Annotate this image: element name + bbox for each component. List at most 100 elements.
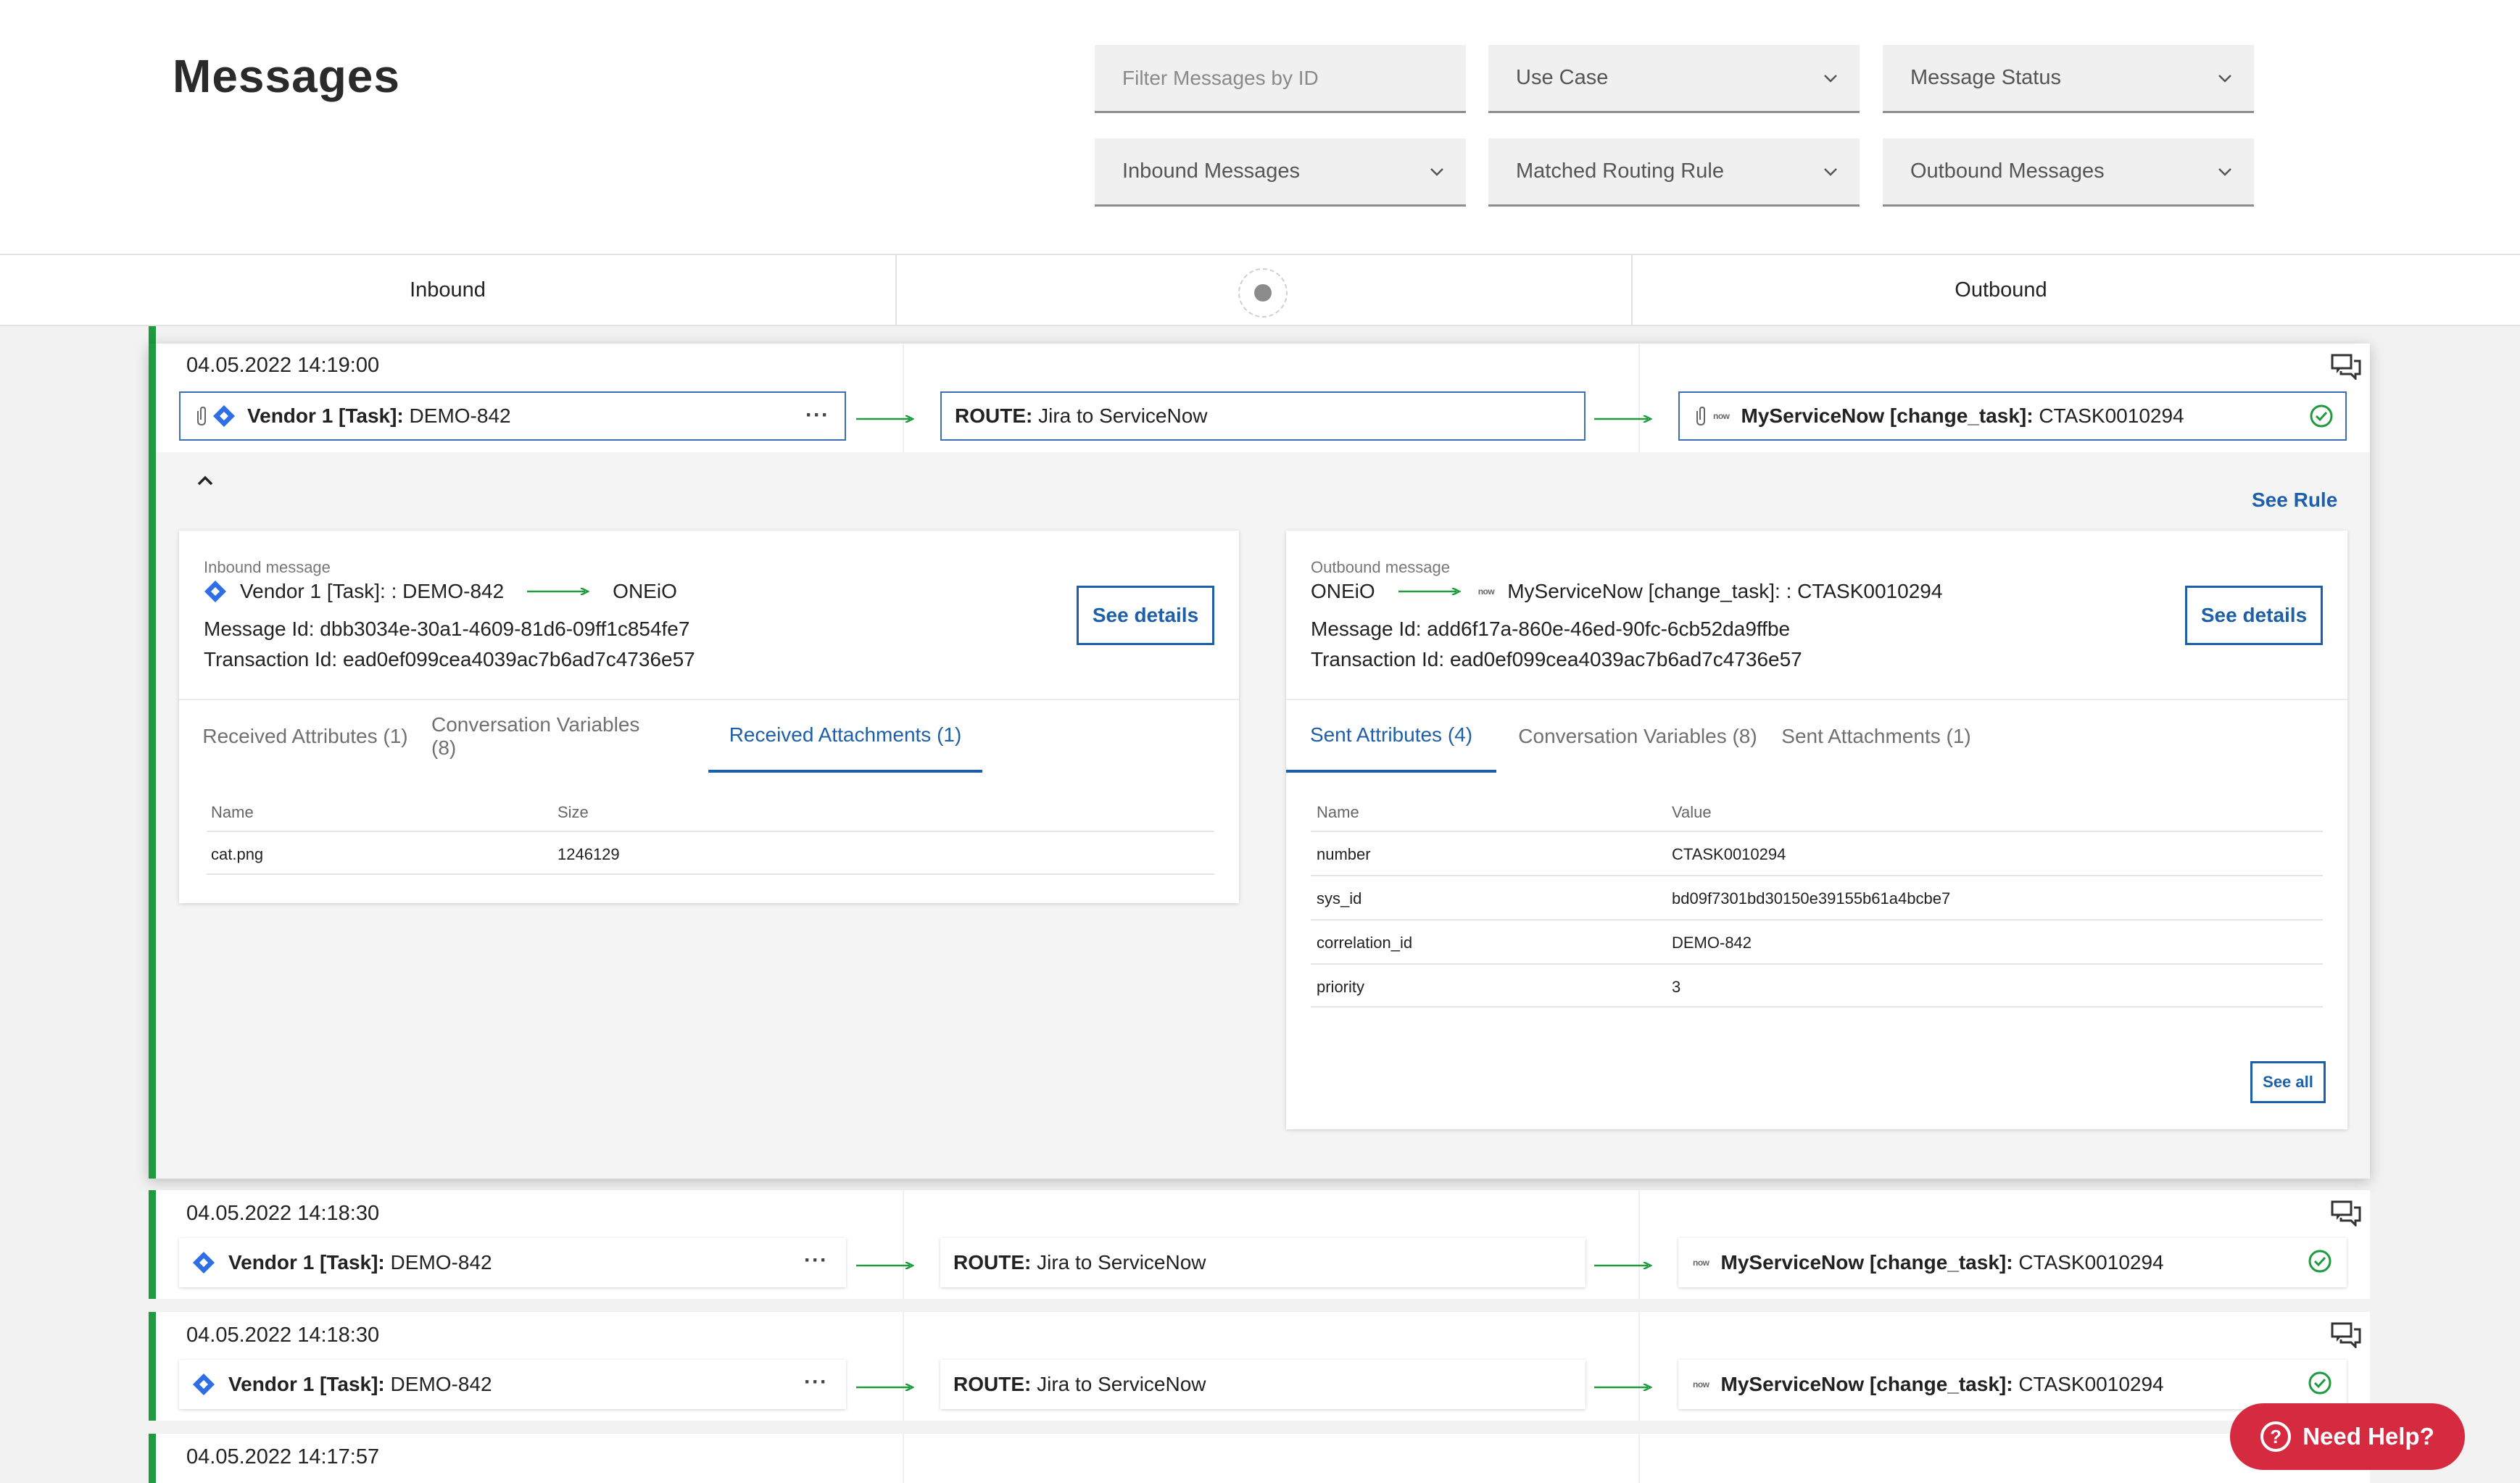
conversation-icon[interactable] [2331, 354, 2361, 380]
inbound-message-chip[interactable]: Vendor 1 [Task]: DEMO-842 ··· [179, 1238, 846, 1287]
outbound-message-id: CTASK0010294 [2013, 1373, 2164, 1395]
message-timestamp: 04.05.2022 14:17:57 [186, 1445, 380, 1469]
inbound-message-id: DEMO-842 [384, 1251, 492, 1274]
attribute-name: correlation_id [1317, 934, 1413, 952]
paperclip-icon [197, 406, 206, 426]
route-label: ROUTE: [953, 1251, 1032, 1274]
arrow-right-icon [1594, 1384, 1652, 1391]
chevron-up-icon[interactable] [196, 474, 215, 489]
tab-conversation-variables[interactable]: Conversation Variables (8) [431, 700, 656, 773]
outbound-message-chip[interactable]: now MyServiceNow [change_task]: CTASK001… [1678, 391, 2347, 441]
outbound-tabs: Sent Attributes (4) Conversation Variabl… [1286, 699, 2347, 773]
more-options-icon[interactable]: ··· [804, 1248, 828, 1273]
route-name: Jira to ServiceNow [1031, 1251, 1206, 1274]
inbound-source-name: Vendor 1 [Task]: [228, 1251, 385, 1274]
inbound-see-details-button[interactable]: See details [1077, 586, 1214, 645]
inbound-message-id-line: Message Id: dbb3034e-30a1-4609-81d6-09ff… [204, 618, 690, 640]
more-options-icon[interactable]: ··· [805, 403, 829, 428]
outbound-source: ONEiO [1311, 580, 1375, 602]
jira-diamond-icon [193, 1374, 215, 1395]
outbound-panel-label: Outbound message [1311, 558, 1451, 576]
arrow-right-icon [856, 1262, 914, 1269]
check-circle-icon [2310, 404, 2333, 428]
outbound-message-chip[interactable]: now MyServiceNow [change_task]: CTASK001… [1678, 1238, 2347, 1287]
matched-routing-rule-select[interactable]: Matched Routing Rule [1488, 138, 1860, 207]
outbound-message-id: CTASK0010294 [2033, 404, 2184, 427]
arrow-right-icon [1398, 588, 1461, 595]
outbound-messages-select[interactable]: Outbound Messages [1883, 138, 2254, 207]
outbound-target: MyServiceNow [change_task]: : CTASK00102… [1507, 580, 1943, 602]
need-help-button[interactable]: ? Need Help? [2230, 1403, 2465, 1470]
see-rule-link[interactable]: See Rule [2252, 489, 2337, 512]
attribute-value: 3 [1672, 978, 1681, 996]
route-chip[interactable]: ROUTE: Jira to ServiceNow [940, 1360, 1586, 1409]
table-row: cat.png 1246129 [207, 831, 1214, 875]
need-help-label: Need Help? [2303, 1423, 2434, 1450]
message-card[interactable]: 04.05.2022 14:19:00 Vendor 1 [Task]: DEM… [149, 344, 2370, 1179]
outbound-target-name: MyServiceNow [change_task]: [1741, 404, 2034, 427]
arrow-right-icon [1594, 415, 1652, 423]
table-header-name: Name [1317, 803, 1359, 821]
use-case-label: Use Case [1516, 66, 1609, 89]
attribute-name: sys_id [1317, 889, 1362, 907]
message-status-select[interactable]: Message Status [1883, 45, 2254, 113]
message-card[interactable]: 04.05.2022 14:18:30 Vendor 1 [Task]: DEM… [149, 1312, 2370, 1421]
question-icon: ? [2260, 1421, 2292, 1452]
check-circle-icon [2308, 1250, 2332, 1273]
chevron-down-icon [2218, 74, 2231, 83]
attribute-value: CTASK0010294 [1672, 845, 1786, 863]
jira-diamond-icon [213, 405, 235, 427]
route-chip[interactable]: ROUTE: Jira to ServiceNow [940, 391, 1586, 441]
see-all-button[interactable]: See all [2250, 1061, 2326, 1103]
inbound-message-id: DEMO-842 [403, 404, 511, 427]
jira-diamond-icon [204, 581, 226, 602]
tab-received-attachments[interactable]: Received Attachments (1) [708, 700, 982, 773]
tab-conversation-variables[interactable]: Conversation Variables (8) [1511, 700, 1765, 773]
table-header-value: Value [1672, 803, 1712, 821]
servicenow-now-icon: now [1693, 1379, 1709, 1389]
outbound-flow-line: ONEiO now MyServiceNow [change_task]: : … [1311, 580, 1942, 603]
inbound-messages-select[interactable]: Inbound Messages [1095, 138, 1466, 207]
more-options-icon[interactable]: ··· [804, 1370, 828, 1395]
tab-received-attributes[interactable]: Received Attributes (1) [179, 700, 431, 773]
filter-id-input[interactable]: Filter Messages by ID [1095, 45, 1466, 113]
table-row: sys_id bd09f7301bd30150e39155b61a4bcbe7 [1311, 875, 2323, 919]
attachment-name: cat.png [211, 845, 264, 863]
inbound-message-chip[interactable]: Vendor 1 [Task]: DEMO-842 ··· [179, 391, 846, 441]
inbound-message-id: DEMO-842 [384, 1373, 492, 1395]
outbound-column-title: Outbound [1955, 278, 2047, 302]
chevron-down-icon [1430, 167, 1443, 176]
tab-sent-attributes[interactable]: Sent Attributes (4) [1286, 700, 1496, 773]
inbound-target: ONEiO [613, 580, 677, 602]
route-chip[interactable]: ROUTE: Jira to ServiceNow [940, 1238, 1586, 1287]
conversation-icon[interactable] [2331, 1200, 2361, 1226]
outbound-message-panel: Outbound message ONEiO now MyServiceNow … [1286, 531, 2347, 1129]
outbound-see-details-button[interactable]: See details [2185, 586, 2323, 645]
table-row: correlation_id DEMO-842 [1311, 919, 2323, 963]
route-label: ROUTE: [955, 404, 1033, 427]
arrow-right-icon [856, 1384, 914, 1391]
message-timestamp: 04.05.2022 14:18:30 [186, 1324, 380, 1347]
route-label: ROUTE: [953, 1373, 1032, 1395]
arrow-right-icon [1594, 1262, 1652, 1269]
conversation-icon[interactable] [2331, 1322, 2361, 1348]
inbound-message-panel: Inbound message Vendor 1 [Task]: : DEMO-… [179, 531, 1239, 903]
use-case-select[interactable]: Use Case [1488, 45, 1860, 113]
inbound-message-chip[interactable]: Vendor 1 [Task]: DEMO-842 ··· [179, 1360, 846, 1409]
inbound-source-name: Vendor 1 [Task]: [228, 1373, 385, 1395]
inbound-transaction-id-line: Transaction Id: ead0ef099cea4039ac7b6ad7… [204, 648, 695, 670]
inbound-flow-line: Vendor 1 [Task]: : DEMO-842 ONEiO [204, 580, 677, 603]
check-circle-icon [2308, 1371, 2332, 1395]
message-card[interactable]: 04.05.2022 14:18:30 Vendor 1 [Task]: DEM… [149, 1190, 2370, 1299]
outbound-message-chip[interactable]: now MyServiceNow [change_task]: CTASK001… [1678, 1360, 2347, 1409]
message-timestamp: 04.05.2022 14:19:00 [186, 354, 380, 377]
table-header-size: Size [558, 803, 589, 821]
inbound-messages-label: Inbound Messages [1122, 159, 1301, 183]
route-name: Jira to ServiceNow [1031, 1373, 1206, 1395]
message-card[interactable]: 04.05.2022 14:17:57 [149, 1434, 2370, 1483]
inbound-tabs: Received Attributes (1) Conversation Var… [179, 699, 1239, 773]
tab-sent-attachments[interactable]: Sent Attachments (1) [1765, 700, 1988, 773]
page-header: Messages Filter Messages by ID Use Case … [0, 0, 2520, 254]
matched-routing-rule-label: Matched Routing Rule [1516, 159, 1724, 183]
chevron-down-icon [1824, 74, 1837, 83]
